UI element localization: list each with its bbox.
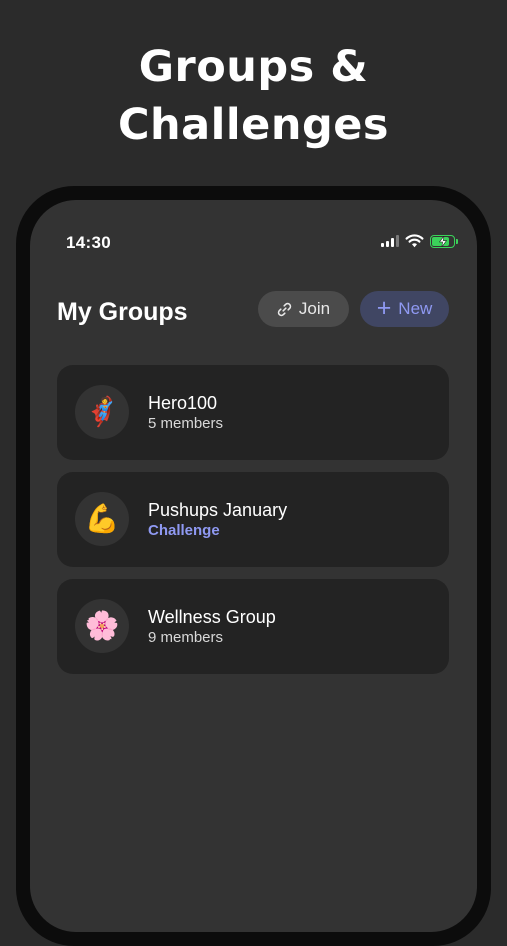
signal-icon [381,235,399,247]
headline-line-1: Groups & [138,42,369,92]
challenge-badge: Challenge [148,522,220,539]
group-member-count: 9 members [148,629,224,646]
link-icon [277,302,292,316]
superhero-avatar-icon: 🦸 [75,385,129,439]
group-member-count: 5 members [148,415,224,432]
new-label: New [398,299,433,318]
headline-line-2: Challenges [118,100,389,150]
join-button[interactable]: Join [258,291,349,327]
flexed-biceps-avatar-icon: 💪 [75,492,129,546]
plus-icon: + [376,293,392,322]
my-groups-title: My Groups [57,298,188,326]
cherry-blossom-avatar-icon: 🌸 [75,599,129,653]
group-list: 🦸 Hero100 5 members 💪 Pushups January Ch… [57,365,449,686]
group-name: Pushups January [148,500,288,520]
phone-frame: 14:30 My Groups Join + New 🦸 Hero100 5 m… [16,186,491,946]
join-label: Join [298,299,331,318]
phone-screen: 14:30 My Groups Join + New 🦸 Hero100 5 m… [30,200,477,932]
group-name: Wellness Group [148,607,276,627]
group-card-hero100[interactable]: 🦸 Hero100 5 members [57,365,449,460]
status-time: 14:30 [66,233,111,252]
group-card-wellness-group[interactable]: 🌸 Wellness Group 9 members [57,579,449,674]
new-group-button[interactable]: + New [360,291,449,327]
group-name: Hero100 [148,393,218,413]
status-icons [381,234,458,248]
battery-charging-icon [430,234,458,248]
wifi-icon [405,234,424,248]
status-bar: 14:30 [30,200,477,260]
promo-headline: Groups & Challenges [0,38,507,154]
group-card-pushups-january[interactable]: 💪 Pushups January Challenge [57,472,449,567]
